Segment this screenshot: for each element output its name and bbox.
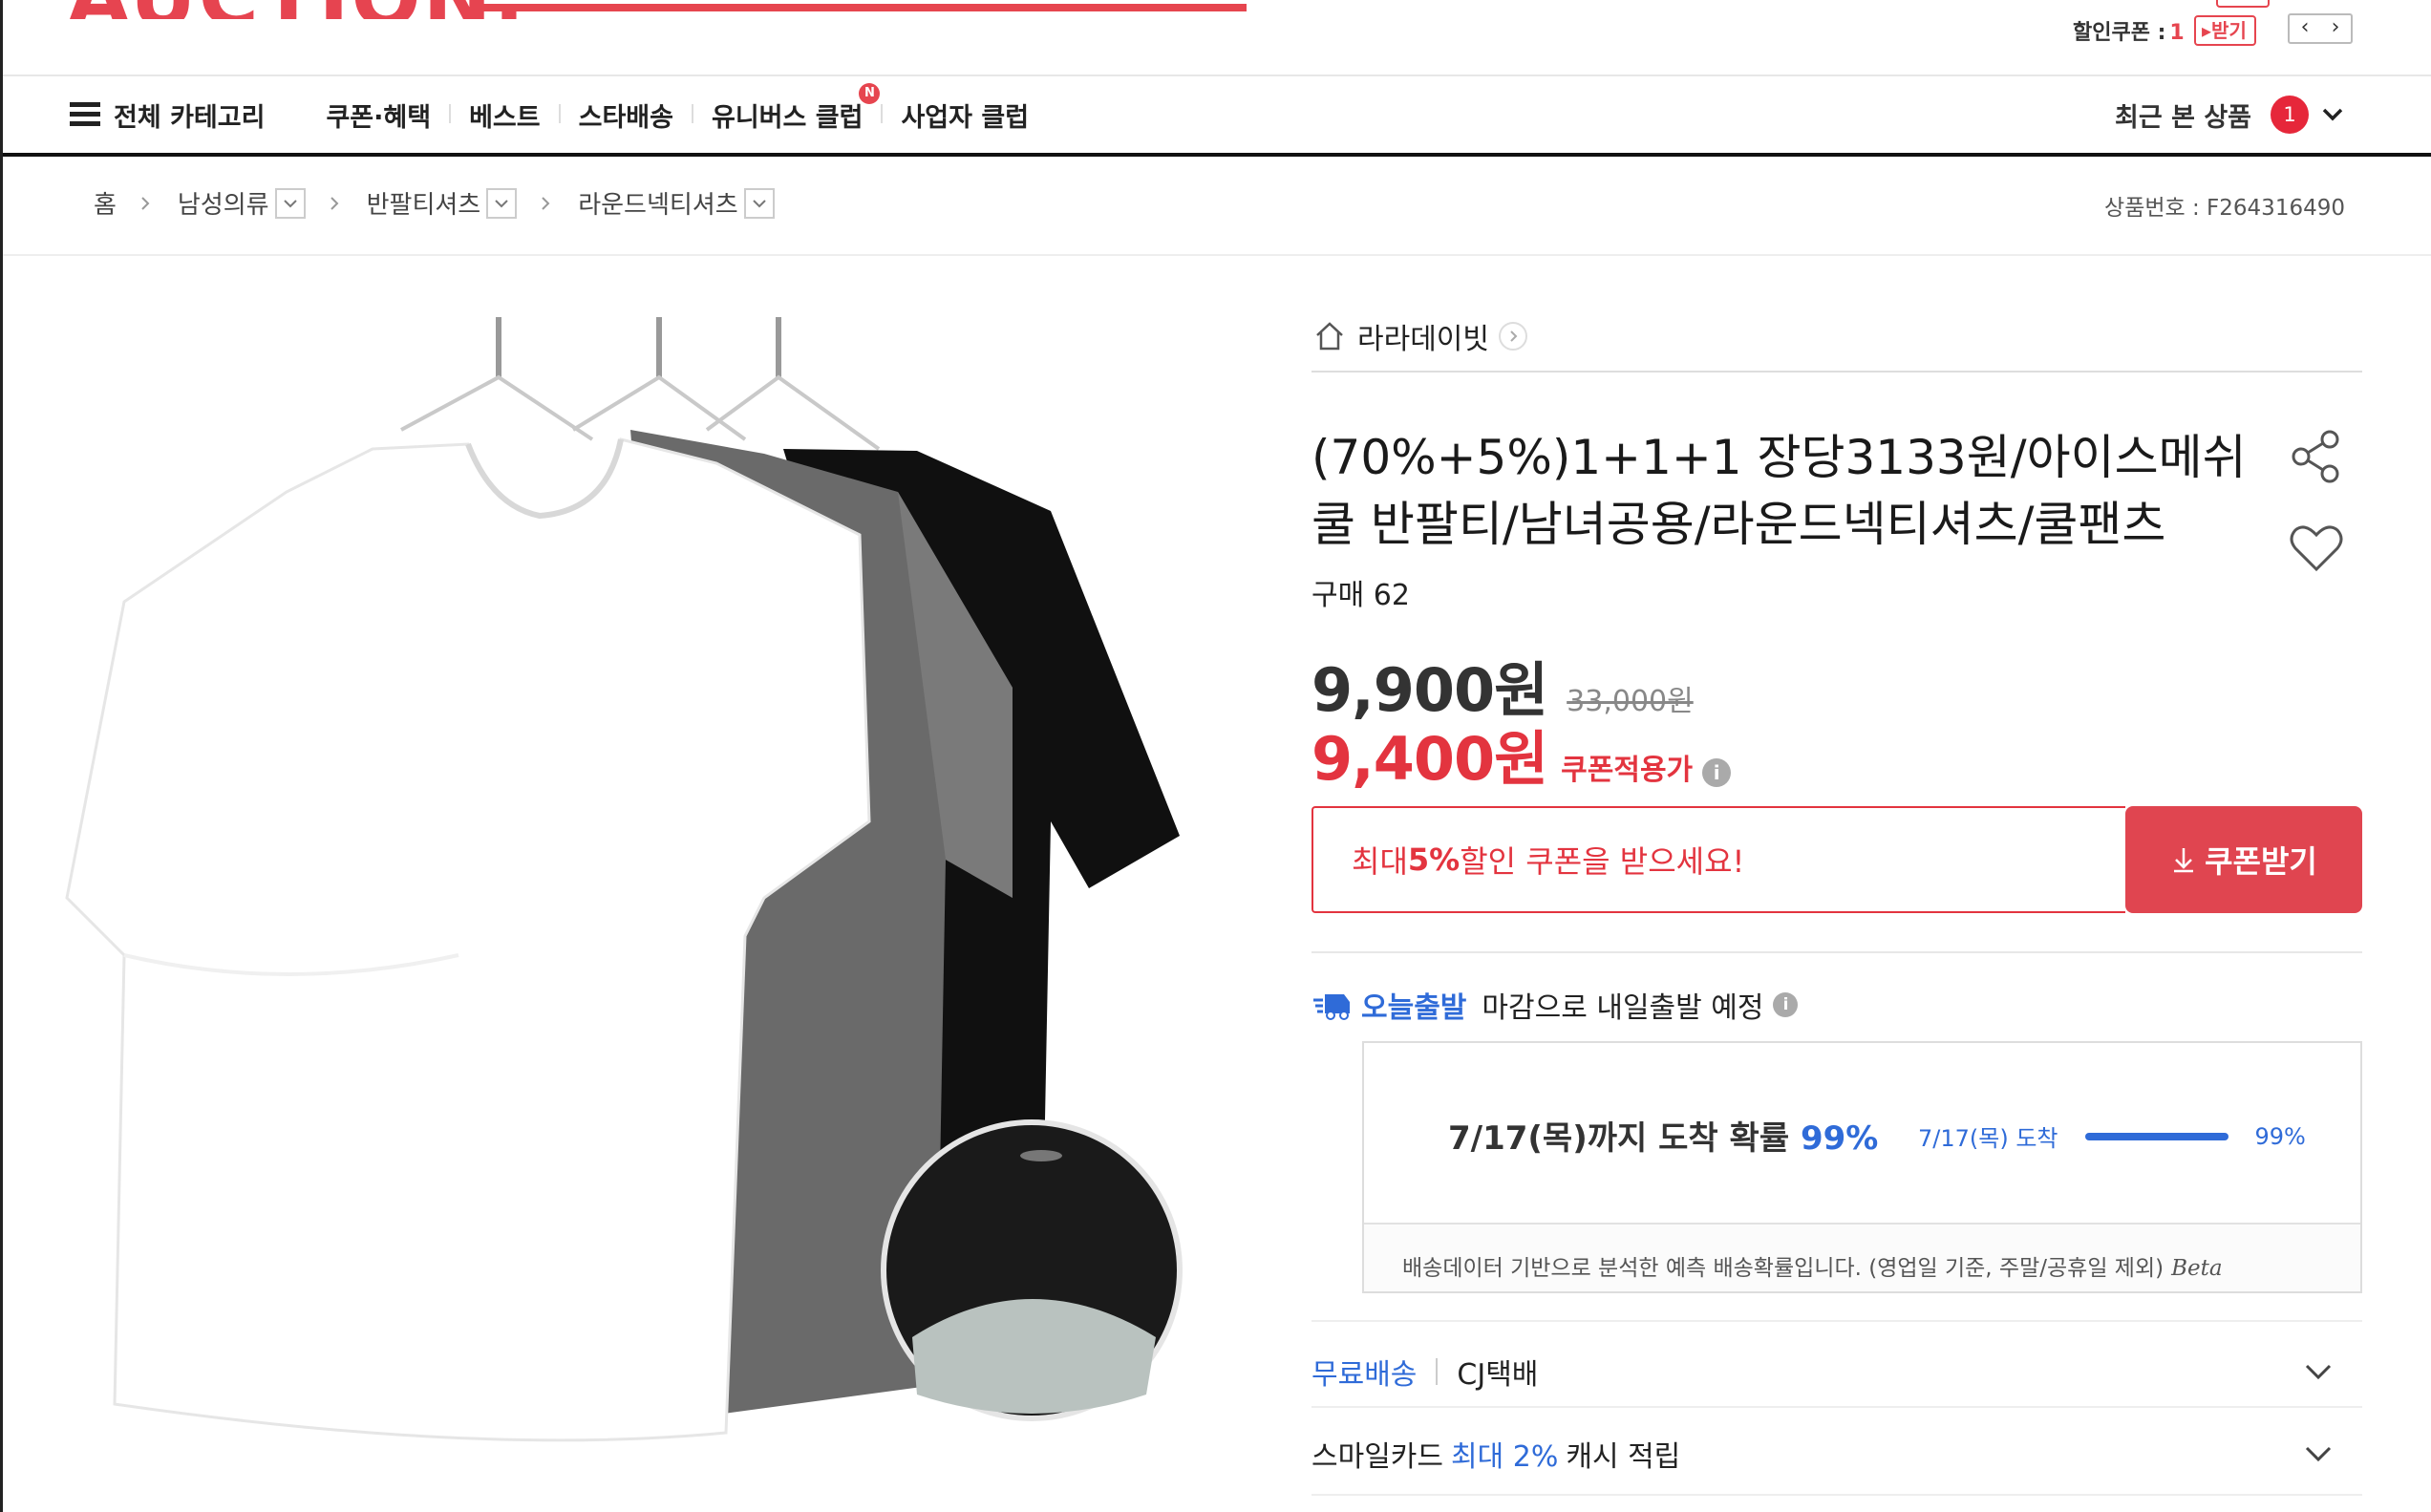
divider [1311,1494,2362,1496]
divider [1311,371,2362,373]
coupon-message: 최대 5% 할인 쿠폰을 받으세요! [1311,806,2125,913]
cut-badge [2216,0,2270,8]
probability-summary: 7/17(목)까지 도착 확률 99% 7/17(목) 도착 99% [1364,1043,2360,1225]
info-icon[interactable]: i [1702,758,1732,787]
probability-percent: 99% [1800,1119,1879,1158]
pager-prev-button[interactable]: ‹ [2290,15,2320,42]
nav-items: 쿠폰·혜택 베스트 스타배송 유니버스 클럽 N 사업자 클럽 [326,82,1048,134]
seller-name: 라라데이빗 [1357,323,1489,356]
probability-title-text: 7/17(목)까지 도착 확률 [1448,1119,1801,1158]
hamburger-icon [70,102,100,127]
all-categories-label: 전체 카테고리 [114,102,266,133]
nav-item-star-delivery[interactable]: 스타배송 [558,96,693,134]
logo[interactable]: AUCTION. [0,0,1251,19]
chevron-right-icon [330,196,339,210]
download-coupon-button[interactable]: 쿠폰받기 [2125,806,2362,913]
info-icon[interactable]: i [1773,992,1799,1017]
probability-bar-row: 7/17(목) 도착 99% [1918,1119,2306,1153]
all-categories-button[interactable]: 전체 카테고리 [70,96,265,134]
coupon-count: 1 [2169,21,2185,45]
smile-card-row[interactable]: 스마일카드 최대 2% 캐시 적립 [1311,1423,2362,1484]
free-shipping-label: 무료배송 [1311,1358,1418,1392]
coupon-label: 할인쿠폰 : [2073,21,2166,45]
divider [1311,1320,2362,1322]
logo-text: AUCTION. [67,0,526,19]
coupon-price: 9,400원 [1311,724,1548,794]
card-name: 스마일카드 [1311,1440,1443,1474]
coupon-msg-post: 할인 쿠폰을 받으세요! [1460,843,1745,880]
coupon-widget: 할인쿠폰 :1 ▸받기 ‹ › [2073,0,2359,75]
carrier-name: CJ택배 [1457,1358,1539,1392]
coupon-price-row: 9,400원 쿠폰적용가 i [1311,711,1732,797]
tshirt-image [65,317,1183,1442]
divider [1311,1406,2362,1408]
ship-today-row: 오늘출발 마감으로 내일출발 예정 i [1311,984,1799,1026]
download-coupon-label: 쿠폰받기 [2205,843,2317,880]
card-benefit: 캐시 적립 [1566,1440,1681,1474]
breadcrumb-level-2[interactable]: 반팔티셔츠 [367,185,481,221]
coupon-msg-pre: 최대 [1352,843,1408,880]
breadcrumb-home[interactable]: 홈 [94,185,117,221]
nav-item-universe-label: 유니버스 클럽 [711,102,864,133]
new-badge: N [859,82,881,104]
delivery-probability-box: 7/17(목)까지 도착 확률 99% 7/17(목) 도착 99% 배송데이터… [1362,1041,2362,1293]
recent-label: 최근 본 상품 [2115,102,2251,133]
download-icon [2174,848,2194,873]
home-icon [1316,322,1343,351]
nav-item-business-club[interactable]: 사업자 클럽 [881,96,1048,134]
probability-title: 7/17(목)까지 도착 확률 99% [1448,1112,1878,1159]
coupon-get-label: 받기 [2211,19,2247,42]
probability-bar-percent: 99% [2254,1122,2306,1150]
divider [1311,951,2362,953]
separator [1436,1358,1439,1385]
coupon-box: 최대 5% 할인 쿠폰을 받으세요! 쿠폰받기 [1311,806,2362,913]
beta-label: Beta [2171,1256,2223,1281]
breadcrumb-level-3[interactable]: 라운드넥티셔츠 [578,185,737,221]
nav-item-universe-club[interactable]: 유니버스 클럽 N [691,82,882,134]
coupon-get-button[interactable]: ▸받기 [2194,15,2256,46]
breadcrumb-row: 홈 남성의류 반팔티셔츠 라운드넥티셔츠 [94,185,775,221]
chevron-down-icon [752,199,766,207]
chevron-right-icon [141,196,150,210]
breadcrumb: 홈 남성의류 반팔티셔츠 라운드넥티셔츠 상품번호 : F264316490 [3,157,2431,256]
heart-icon[interactable] [2286,520,2347,577]
chevron-down-icon [2305,1446,2332,1462]
breadcrumb-dropdown-2[interactable] [486,187,518,219]
nav-item-best[interactable]: 베스트 [449,96,560,134]
pager: ‹ › [2288,13,2353,44]
shipping-row[interactable]: 무료배송 CJ택배 [1311,1341,2362,1402]
chevron-down-icon [283,199,297,207]
chevron-down-icon [495,199,508,207]
breadcrumb-level-1[interactable]: 남성의류 [178,185,269,221]
ship-today-text: 마감으로 내일출발 예정 [1482,991,1764,1025]
probability-note-text: 배송데이터 기반으로 분석한 예측 배송확률입니다. (영업일 기준, 주말/공… [1402,1256,2164,1281]
product-title: (70%+5%)1+1+1 장당3133원/아이스메쉬쿨 반팔티/남녀공용/라운… [1311,430,2247,552]
product-number: 상품번호 : F264316490 [2104,196,2345,221]
product-image[interactable] [57,287,1251,1512]
logo-underline [482,4,1247,11]
share-icon[interactable] [2286,428,2347,485]
nav-item-coupon[interactable]: 쿠폰·혜택 [326,96,450,134]
probability-bar-label: 7/17(목) 도착 [1918,1125,2058,1152]
seller-link[interactable]: 라라데이빗 [1311,315,1527,357]
chevron-right-icon [1499,322,1527,351]
coupon-msg-pct: 5% [1407,841,1461,878]
chevron-right-icon [542,196,550,210]
main-nav: 전체 카테고리 쿠폰·혜택 베스트 스타배송 유니버스 클럽 N 사업자 클럽 … [3,75,2431,157]
purchase-count: 구매 62 [1311,579,1410,612]
chevron-down-icon [2305,1364,2332,1380]
ship-today-label: 오늘출발 [1361,991,1467,1025]
probability-bar [2084,1132,2228,1140]
pager-next-button[interactable]: › [2320,15,2351,42]
chevron-down-icon [2322,108,2343,121]
fast-delivery-icon [1313,994,1350,1020]
breadcrumb-dropdown-1[interactable] [274,187,306,219]
coupon-price-label: 쿠폰적용가 [1561,754,1694,787]
coupon-line: 할인쿠폰 :1 [2073,15,2185,46]
probability-note: 배송데이터 기반으로 분석한 예측 배송확률입니다. (영업일 기준, 주말/공… [1402,1249,2223,1282]
card-rate: 최대 2% [1451,1440,1559,1474]
recent-count-badge: 1 [2271,96,2309,134]
breadcrumb-dropdown-3[interactable] [743,187,775,219]
recent-products-button[interactable]: 최근 본 상품 1 [2115,96,2345,134]
